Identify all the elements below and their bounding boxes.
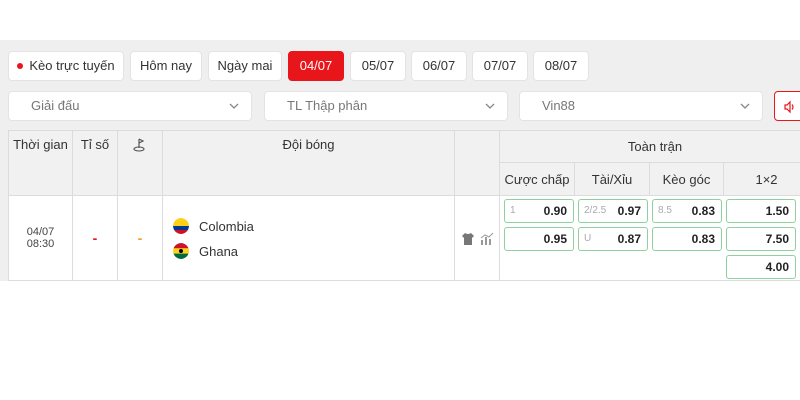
header-corner xyxy=(118,131,163,196)
odds-corners-over[interactable]: 8.5 0.83 xyxy=(652,199,722,223)
bookmaker-select[interactable]: Vin88 xyxy=(519,91,763,121)
tab-today[interactable]: Hôm nay xyxy=(130,51,202,81)
odds-handicap-away[interactable]: 0.95 xyxy=(504,227,574,251)
odds-under[interactable]: U 0.87 xyxy=(578,227,648,251)
header-full-match: Toàn trận xyxy=(500,131,800,163)
stats-chart-icon[interactable] xyxy=(480,232,494,246)
odds-handicap-home[interactable]: 1 0.90 xyxy=(504,199,574,223)
header-1x2: 1×2 xyxy=(724,163,800,196)
sound-toggle-button[interactable] xyxy=(774,91,800,121)
tab-date-0507[interactable]: 05/07 xyxy=(350,51,406,81)
chevron-down-icon xyxy=(740,103,750,109)
tab-date-0607[interactable]: 06/07 xyxy=(411,51,467,81)
chevron-down-icon xyxy=(485,103,495,109)
jersey-icon[interactable] xyxy=(461,232,475,246)
colombia-flag-icon xyxy=(173,218,189,234)
odds-1x2-away[interactable]: 7.50 xyxy=(726,227,796,251)
header-time: Thời gian xyxy=(9,131,73,196)
tab-live-odds[interactable]: Kèo trực tuyến xyxy=(8,51,124,81)
odds-table: Thời gian Tỉ số Đội bóng Toàn trận Cược … xyxy=(8,130,800,281)
match-corner-score: - xyxy=(118,196,163,281)
odds-area: 1 0.90 0.95 2/2.5 0.97 U 0.87 8.5 0.83 0.83 … xyxy=(500,196,800,281)
team-away[interactable]: Ghana xyxy=(173,241,238,261)
match-score: - xyxy=(73,196,118,281)
header-corners: Kèo góc xyxy=(650,163,724,196)
team-home[interactable]: Colombia xyxy=(173,216,254,236)
header-blank xyxy=(455,131,500,196)
odds-1x2-home[interactable]: 1.50 xyxy=(726,199,796,223)
header-team: Đội bóng xyxy=(163,131,455,196)
odds-over[interactable]: 2/2.5 0.97 xyxy=(578,199,648,223)
match-teams: Colombia Ghana xyxy=(163,196,455,281)
match-time: 04/07 08:30 xyxy=(9,196,73,281)
odds-panel: Kèo trực tuyến Hôm nay Ngày mai 04/07 05… xyxy=(0,40,800,281)
odds-1x2-draw[interactable]: 4.00 xyxy=(726,255,796,279)
tab-date-0807[interactable]: 08/07 xyxy=(533,51,589,81)
corner-flag-icon xyxy=(133,138,145,152)
tab-date-0407[interactable]: 04/07 xyxy=(288,51,344,81)
header-over-under: Tài/Xỉu xyxy=(575,163,650,196)
chevron-down-icon xyxy=(229,103,239,109)
tab-date-0707[interactable]: 07/07 xyxy=(472,51,528,81)
live-dot-icon xyxy=(17,62,24,69)
odds-corners-under[interactable]: 0.83 xyxy=(652,227,722,251)
odds-format-select[interactable]: TL Thập phân xyxy=(264,91,508,121)
header-handicap: Cược chấp xyxy=(500,163,575,196)
speaker-icon xyxy=(784,100,794,114)
match-actions xyxy=(455,196,500,281)
ghana-flag-icon xyxy=(173,243,189,259)
tab-tomorrow[interactable]: Ngày mai xyxy=(208,51,282,81)
league-select[interactable]: Giải đấu xyxy=(8,91,252,121)
header-score: Tỉ số xyxy=(73,131,118,196)
